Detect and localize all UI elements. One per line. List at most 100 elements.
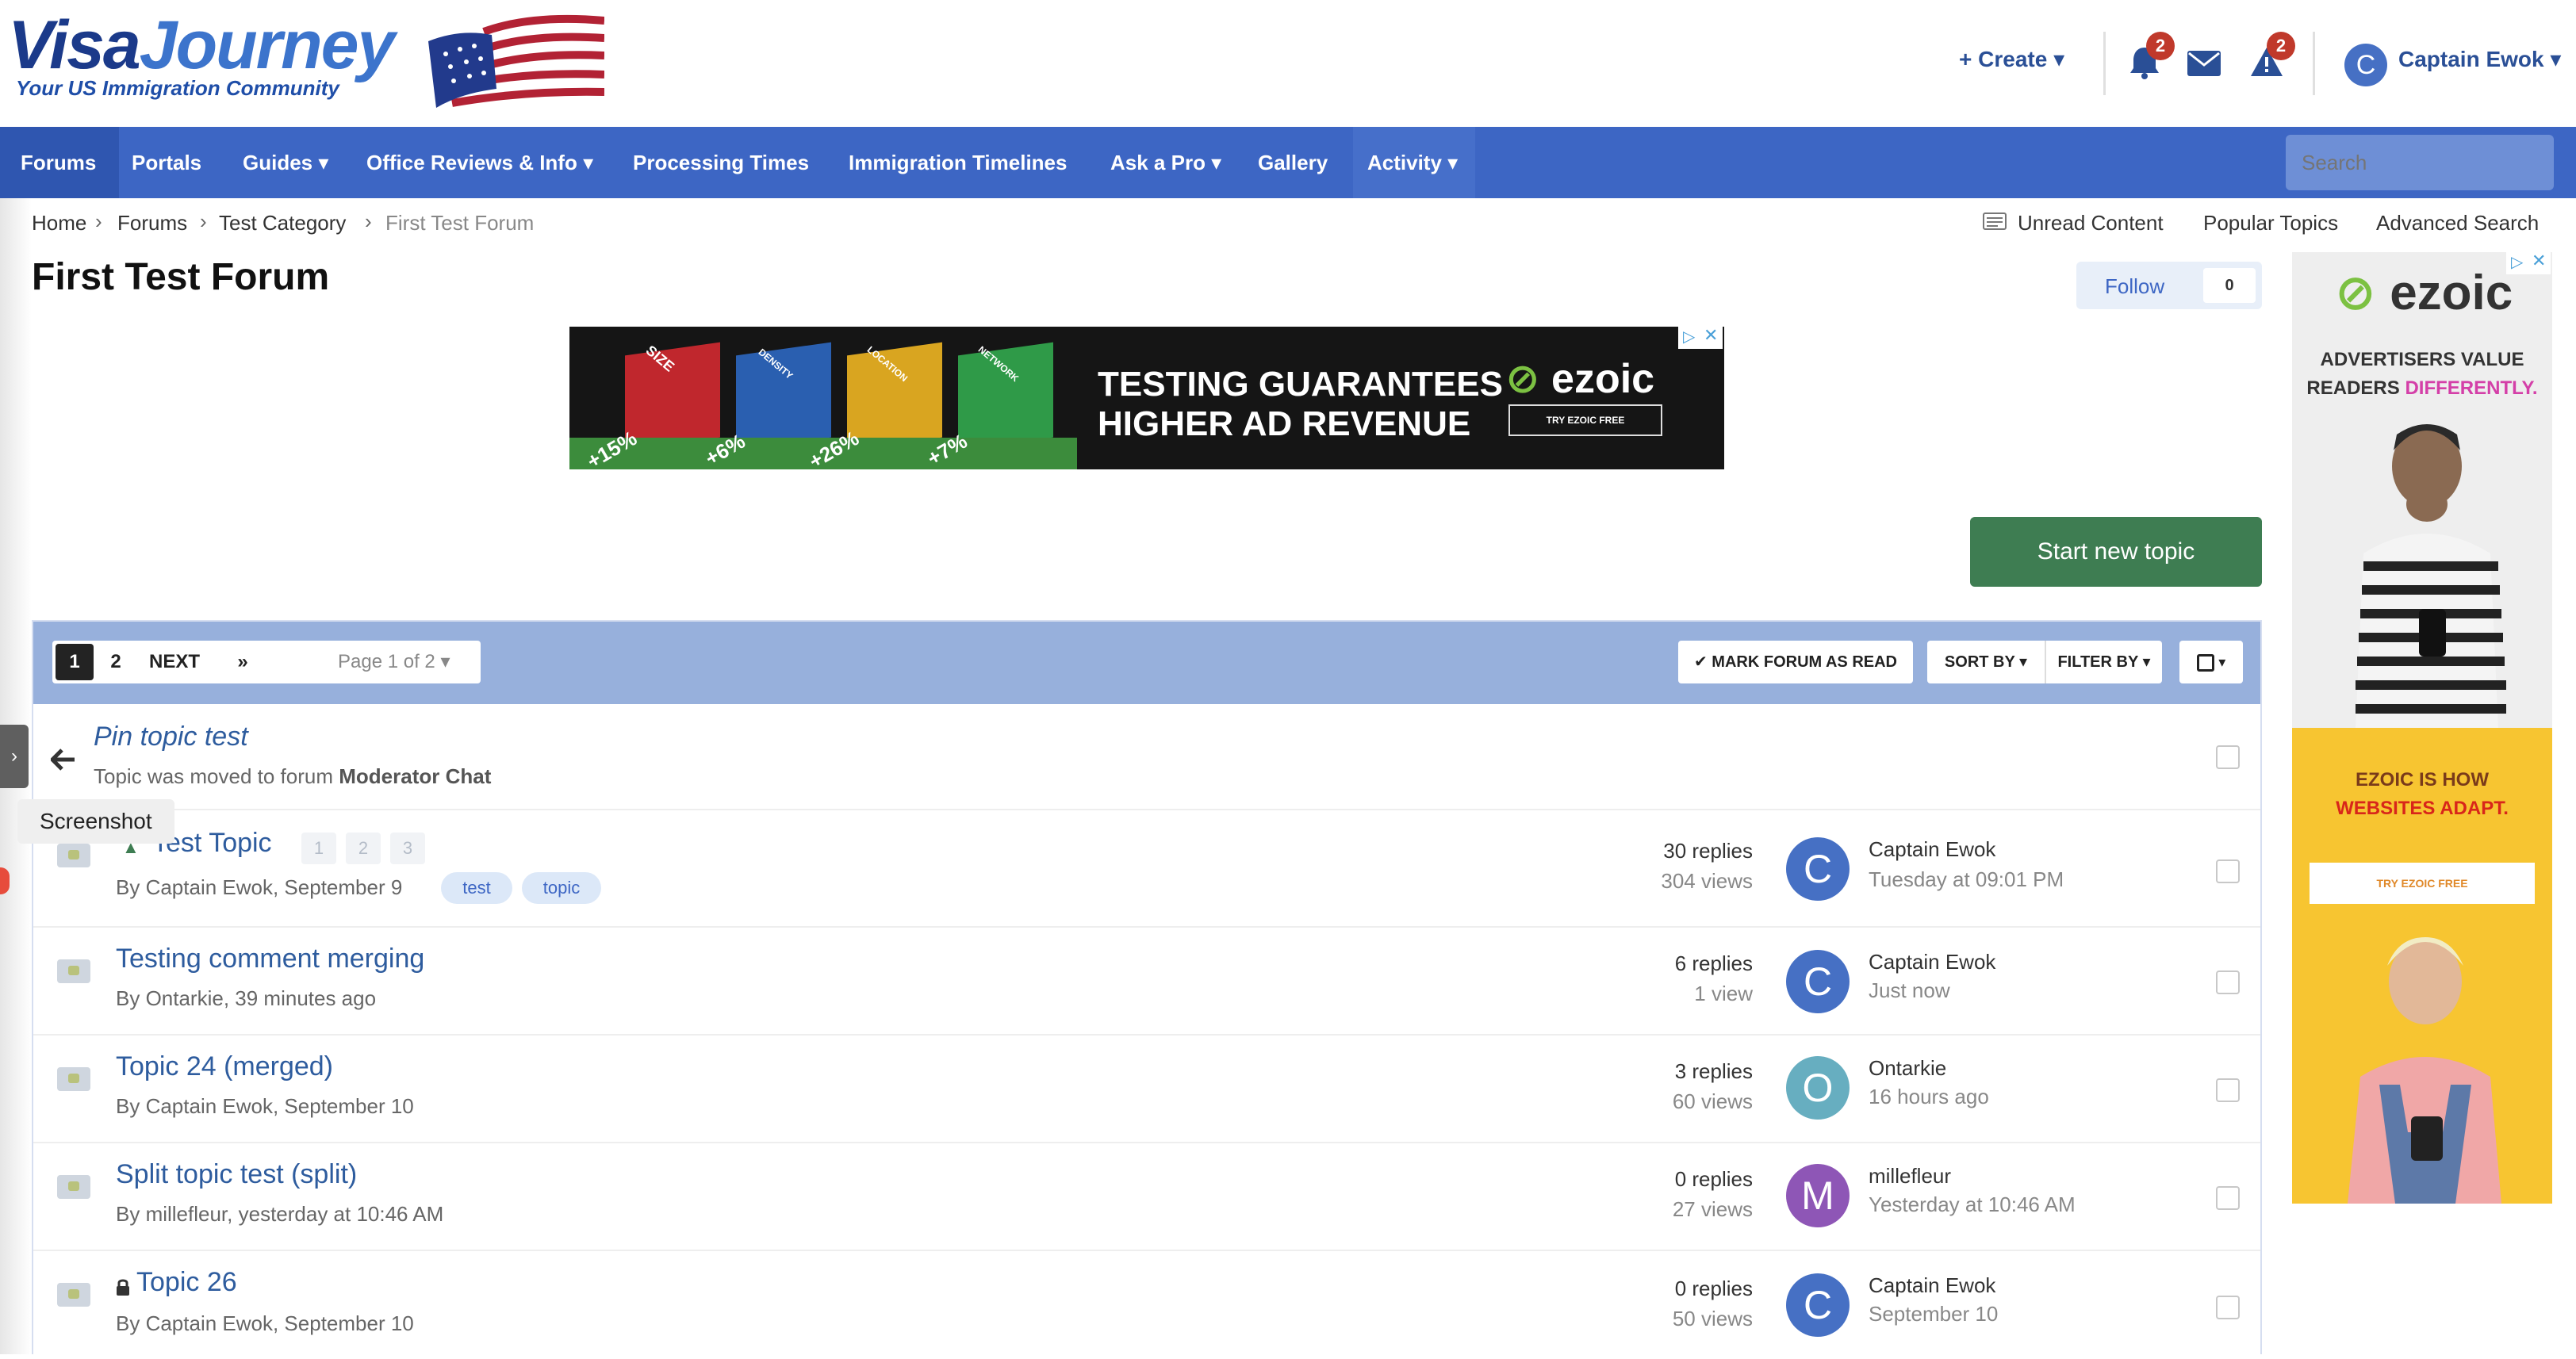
- advanced-search-link[interactable]: Advanced Search: [2376, 211, 2539, 235]
- nav-portals[interactable]: Portals: [132, 127, 201, 198]
- try-ezoic-button[interactable]: TRY EZOIC FREE: [1508, 404, 1662, 436]
- sort-by-button[interactable]: SORT BY ▾: [1927, 641, 2045, 683]
- tag-test[interactable]: test: [441, 872, 512, 904]
- ezoic-brand: ezoic: [2390, 266, 2513, 320]
- search-input[interactable]: [2286, 135, 2554, 190]
- topic-row-moved: Pin topic test Topic was moved to forum …: [33, 704, 2260, 810]
- last-poster-name[interactable]: Captain Ewok: [1869, 1273, 1995, 1298]
- breadcrumb-home[interactable]: Home: [32, 211, 86, 235]
- last-poster-name[interactable]: Captain Ewok: [1869, 837, 1995, 862]
- chevron-right-icon: ›: [95, 209, 102, 233]
- last-post-time[interactable]: 16 hours ago: [1869, 1085, 1989, 1109]
- moved-text: Topic was moved to forum: [94, 764, 339, 788]
- topic-checkbox[interactable]: [2216, 859, 2240, 883]
- user-avatar[interactable]: C: [2344, 44, 2387, 86]
- nav-forums[interactable]: Forums: [0, 127, 119, 198]
- topic-page-link[interactable]: 3: [390, 833, 425, 864]
- topic-checkbox[interactable]: [2216, 745, 2240, 769]
- sort-filter-group: SORT BY ▾ FILTER BY ▾: [1927, 641, 2162, 683]
- topic-title[interactable]: Topic 26: [136, 1267, 237, 1298]
- last-post-time[interactable]: Tuesday at 09:01 PM: [1869, 867, 2064, 892]
- last-post-time[interactable]: September 10: [1869, 1302, 1998, 1326]
- screenshot-tab[interactable]: ›: [0, 725, 29, 788]
- last-poster-name[interactable]: Ontarkie: [1869, 1056, 1946, 1081]
- topic-checkbox[interactable]: [2216, 1078, 2240, 1102]
- checkbox-icon: [2196, 653, 2214, 672]
- nav-ask-a-pro[interactable]: Ask a Pro ▾: [1110, 127, 1221, 198]
- ezoic-mark-icon: ⊘: [1505, 356, 1540, 402]
- ad-close-icon[interactable]: ▷ ✕: [2506, 251, 2551, 274]
- user-menu[interactable]: Captain Ewok ▾: [2398, 46, 2561, 72]
- page-1-button[interactable]: 1: [56, 644, 94, 680]
- person-image: [2356, 424, 2506, 728]
- last-poster-avatar[interactable]: C: [1786, 837, 1850, 901]
- topic-meta: By Captain Ewok, September 10: [116, 1094, 414, 1118]
- last-poster-avatar[interactable]: C: [1786, 950, 1850, 1013]
- topic-checkbox[interactable]: [2216, 1186, 2240, 1210]
- person-image: [2348, 937, 2501, 1204]
- topic-title[interactable]: Testing comment merging: [116, 944, 424, 974]
- topic-list-toolbar: 1 2 NEXT » Page 1 of 2 ▾ ✔ MARK FORUM AS…: [33, 622, 2260, 704]
- side-ad[interactable]: ▷ ✕ ⊘ ezoic ADVERTISERS VALUE READERS DI…: [2292, 251, 2552, 1204]
- follow-button[interactable]: Follow 0: [2076, 262, 2262, 309]
- envelope-icon[interactable]: [2187, 51, 2221, 76]
- topic-title[interactable]: Split topic test (split): [116, 1159, 357, 1190]
- view-count: 50 views: [1672, 1307, 1753, 1330]
- breadcrumb-category[interactable]: Test Category: [219, 211, 346, 235]
- ezoic-logo: ⊘ ezoic: [2335, 263, 2513, 321]
- popular-topics-link[interactable]: Popular Topics: [2203, 211, 2338, 235]
- ad-headline: TESTING GUARANTEES HIGHER AD REVENUE: [1098, 365, 1503, 444]
- unread-content-link[interactable]: Unread Content: [2018, 211, 2164, 235]
- logo-journey-text: Journey: [139, 7, 396, 83]
- page-2-button[interactable]: 2: [100, 641, 132, 683]
- topic-title[interactable]: Pin topic test: [94, 722, 248, 752]
- ezoic-brand: ezoic: [1551, 356, 1655, 402]
- topic-checkbox[interactable]: [2216, 1296, 2240, 1319]
- last-poster-avatar[interactable]: C: [1786, 1273, 1850, 1337]
- ad-close-icon[interactable]: ▷ ✕: [1678, 327, 1723, 349]
- moved-forum-link[interactable]: Moderator Chat: [339, 764, 491, 788]
- filter-by-button[interactable]: FILTER BY ▾: [2046, 641, 2162, 683]
- topic-page-link[interactable]: 2: [346, 833, 381, 864]
- create-button[interactable]: + Create ▾: [1959, 46, 2064, 72]
- next-page-button[interactable]: NEXT: [143, 641, 206, 683]
- page-title: First Test Forum: [32, 256, 330, 298]
- start-new-topic-button[interactable]: Start new topic: [1970, 517, 2262, 587]
- last-poster-name[interactable]: Captain Ewok: [1869, 950, 1995, 974]
- topic-status-icon: [57, 844, 90, 867]
- side-ad-line1: ADVERTISERS VALUE: [2320, 349, 2524, 370]
- topic-title[interactable]: Topic 24 (merged): [116, 1051, 333, 1082]
- mark-forum-read-button[interactable]: ✔ MARK FORUM AS READ: [1678, 641, 1913, 683]
- view-count: 27 views: [1672, 1197, 1753, 1221]
- nav-processing-times[interactable]: Processing Times: [633, 127, 809, 198]
- nav-activity[interactable]: Activity ▾: [1353, 127, 1475, 198]
- view-count: 304 views: [1661, 869, 1753, 893]
- caret-down-icon: ▾: [2218, 654, 2226, 670]
- last-post-time[interactable]: Just now: [1869, 978, 1950, 1003]
- last-post-time[interactable]: Yesterday at 10:46 AM: [1869, 1192, 2076, 1217]
- last-poster-avatar[interactable]: O: [1786, 1056, 1850, 1120]
- try-ezoic-button[interactable]: TRY EZOIC FREE: [2310, 863, 2535, 904]
- last-poster-avatar[interactable]: M: [1786, 1164, 1850, 1227]
- bulk-select-dropdown[interactable]: ▾: [2179, 641, 2243, 683]
- site-logo[interactable]: VisaJourney: [8, 11, 395, 79]
- side-ad-top-panel: ▷ ✕ ⊘ ezoic ADVERTISERS VALUE READERS DI…: [2292, 251, 2552, 728]
- last-poster-name[interactable]: millefleur: [1869, 1164, 1951, 1189]
- topic-meta: By millefleur, yesterday at 10:46 AM: [116, 1202, 444, 1226]
- ad-banner[interactable]: SIZE DENSITY LOCATION NETWORK +15% +6% +…: [569, 327, 1724, 469]
- topic-checkbox[interactable]: [2216, 970, 2240, 994]
- ad-headline-line2: HIGHER AD REVENUE: [1098, 404, 1471, 443]
- nav-gallery[interactable]: Gallery: [1258, 127, 1328, 198]
- chevron-right-icon: ›: [200, 209, 207, 233]
- nav-guides[interactable]: Guides ▾: [243, 127, 328, 198]
- nav-office-reviews[interactable]: Office Reviews & Info ▾: [366, 127, 593, 198]
- breadcrumb-forums[interactable]: Forums: [117, 211, 187, 235]
- tag-topic[interactable]: topic: [522, 872, 601, 904]
- create-label: Create: [1978, 47, 2048, 71]
- topic-page-link[interactable]: 1: [301, 833, 336, 864]
- plus-icon: +: [1959, 47, 1972, 71]
- nav-immigration-timelines[interactable]: Immigration Timelines: [849, 127, 1067, 198]
- page-jump-dropdown[interactable]: Page 1 of 2 ▾: [338, 641, 450, 683]
- topic-meta: By Ontarkie, 39 minutes ago: [116, 986, 377, 1010]
- last-page-button[interactable]: »: [227, 641, 259, 683]
